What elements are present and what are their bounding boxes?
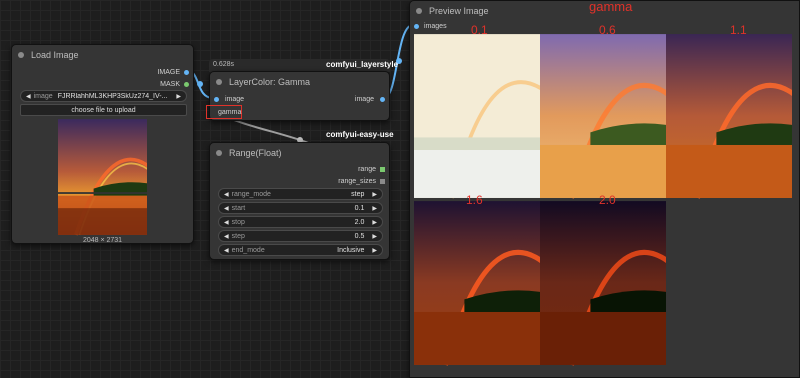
easy-use-group-label: comfyui-easy-use — [326, 130, 394, 139]
collapse-dot-icon[interactable] — [216, 79, 222, 85]
preview-image-4 — [414, 199, 540, 367]
node-title-text: Load Image — [31, 50, 79, 60]
collapse-dot-icon[interactable] — [18, 52, 24, 58]
widget-value: 2.0 — [354, 218, 365, 226]
input-gamma-label: gamma — [218, 108, 242, 116]
right-arrow-icon[interactable]: ▶ — [176, 93, 181, 100]
preview-image-node[interactable]: Preview Image images gamma 0.1 0.6 1.1 1… — [409, 0, 800, 378]
output-image-label: image — [354, 96, 374, 103]
preview-image-3 — [666, 33, 792, 199]
input-image-port-row[interactable]: image — [214, 96, 244, 103]
widget-label: stop — [231, 218, 245, 226]
right-arrow-icon[interactable]: ▶ — [372, 233, 377, 240]
output-mask-port-row[interactable]: MASK — [160, 81, 189, 88]
layercolor-title[interactable]: LayerColor: Gamma — [210, 72, 389, 92]
widget-value: 0.5 — [354, 232, 365, 240]
output-range-sizes-port-icon[interactable] — [380, 179, 385, 184]
layerstyle-group-label: comfyui_layerstyle — [326, 60, 399, 69]
node-title-text: Preview Image — [429, 6, 489, 16]
gamma-label-1: 0.1 — [471, 23, 488, 37]
image-select-widget[interactable]: ◀ image FJRRlahhML3KHP3SkUz274_IV-... ▶ — [20, 90, 187, 102]
layercolor-gamma-node[interactable]: LayerColor: Gamma image image gamma — [206, 71, 390, 121]
gamma-label-3: 1.1 — [730, 23, 747, 37]
load-image-node[interactable]: Load Image IMAGE MASK ◀ image FJRRlahhML… — [11, 44, 194, 244]
gamma-label-5: 2.0 — [599, 193, 616, 207]
output-range-sizes-label: range_sizes — [338, 178, 376, 185]
loaded-image-thumbnail — [58, 118, 147, 236]
left-arrow-icon[interactable]: ◀ — [224, 205, 229, 212]
widget-label: step — [231, 232, 245, 240]
input-image-label: image — [225, 96, 245, 103]
input-images-port-icon[interactable] — [414, 24, 419, 29]
range-mode-widget[interactable]: ◀ range_mode step ▶ — [218, 188, 383, 200]
input-images-port-row[interactable]: images — [414, 23, 447, 30]
exec-time-badge: 0.628s — [213, 61, 235, 68]
image-widget-label: image — [33, 92, 53, 100]
choose-file-button[interactable]: choose file to upload — [20, 104, 187, 116]
image-dimensions: 2048 × 2731 — [82, 237, 123, 244]
output-mask-port-icon[interactable] — [184, 82, 189, 87]
output-range-port-row[interactable]: range — [358, 166, 385, 173]
gamma-annotation: gamma — [589, 0, 633, 14]
input-images-label: images — [424, 23, 447, 30]
preview-image-5 — [540, 199, 666, 367]
step-widget[interactable]: ◀ step 0.5 ▶ — [218, 230, 383, 242]
output-range-sizes-port-row[interactable]: range_sizes — [338, 178, 385, 185]
node-title-text: LayerColor: Gamma — [229, 77, 311, 87]
load-image-title[interactable]: Load Image — [12, 45, 193, 65]
collapse-dot-icon[interactable] — [216, 150, 222, 156]
left-arrow-icon[interactable]: ◀ — [224, 247, 229, 254]
widget-label: end_mode — [231, 246, 265, 254]
start-widget[interactable]: ◀ start 0.1 ▶ — [218, 202, 383, 214]
widget-label: start — [231, 204, 246, 212]
input-image-port-icon[interactable] — [214, 97, 219, 102]
right-arrow-icon[interactable]: ▶ — [372, 247, 377, 254]
gamma-label-4: 1.6 — [466, 193, 483, 207]
left-arrow-icon[interactable]: ◀ — [224, 233, 229, 240]
end-mode-widget[interactable]: ◀ end_mode Inclusive ▶ — [218, 244, 383, 256]
left-arrow-icon[interactable]: ◀ — [26, 93, 31, 100]
image-widget-value: FJRRlahhML3KHP3SkUz274_IV-... — [57, 92, 168, 100]
output-image-port-icon[interactable] — [380, 97, 385, 102]
output-image-port-row[interactable]: image — [355, 96, 385, 103]
widget-value: Inclusive — [337, 246, 365, 254]
preview-image-2 — [540, 33, 666, 199]
node-title-text: Range(Float) — [229, 148, 282, 158]
output-mask-label: MASK — [160, 81, 180, 88]
output-image-port-row[interactable]: IMAGE — [157, 69, 189, 76]
left-arrow-icon[interactable]: ◀ — [224, 191, 229, 198]
right-arrow-icon[interactable]: ▶ — [372, 191, 377, 198]
right-arrow-icon[interactable]: ▶ — [372, 219, 377, 226]
right-arrow-icon[interactable]: ▶ — [372, 205, 377, 212]
output-range-port-icon[interactable] — [380, 167, 385, 172]
widget-value: step — [351, 190, 365, 198]
preview-image-1 — [414, 33, 540, 199]
output-image-port-icon[interactable] — [184, 70, 189, 75]
widget-value: 0.1 — [354, 204, 365, 212]
gamma-input-highlight[interactable]: gamma — [206, 105, 242, 119]
left-arrow-icon[interactable]: ◀ — [224, 219, 229, 226]
widget-label: range_mode — [231, 190, 271, 198]
range-title[interactable]: Range(Float) — [210, 143, 389, 163]
output-image-label: IMAGE — [157, 69, 180, 76]
stop-widget[interactable]: ◀ stop 2.0 ▶ — [218, 216, 383, 228]
gamma-label-2: 0.6 — [599, 23, 616, 37]
output-range-label: range — [358, 166, 376, 173]
collapse-dot-icon[interactable] — [416, 8, 422, 14]
range-float-node[interactable]: Range(Float) range range_sizes ◀ range_m… — [209, 142, 390, 260]
